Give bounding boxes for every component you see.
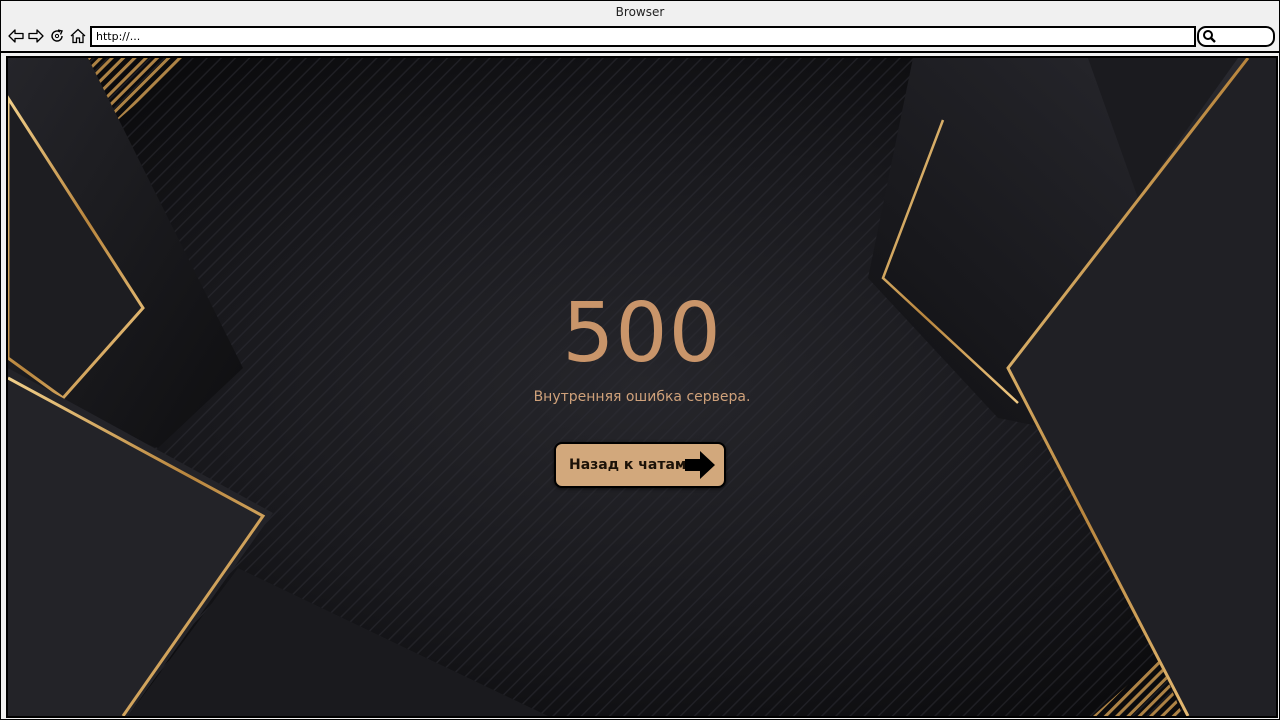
back-button-label: Назад к чатам xyxy=(569,457,687,473)
arrow-right-icon xyxy=(684,450,716,484)
error-content: 500 Внутренняя ошибка сервера. Назад к ч… xyxy=(8,58,1276,716)
error-code: 500 xyxy=(562,286,722,381)
back-arrow-icon[interactable] xyxy=(7,27,25,45)
reload-icon[interactable] xyxy=(48,27,66,45)
browser-window: Browser http://... 500 Внутренняя ошибка… xyxy=(0,0,1280,720)
search-box[interactable] xyxy=(1197,26,1275,47)
home-icon[interactable] xyxy=(69,27,87,45)
toolbar-divider xyxy=(1,51,1279,53)
search-icon xyxy=(1203,30,1216,43)
back-to-chats-button[interactable]: Назад к чатам xyxy=(554,442,726,488)
window-title: Browser xyxy=(615,5,665,19)
forward-arrow-icon[interactable] xyxy=(27,27,45,45)
address-bar[interactable] xyxy=(90,26,1196,47)
page-viewport: 500 Внутренняя ошибка сервера. Назад к ч… xyxy=(6,56,1278,718)
error-message: Внутренняя ошибка сервера. xyxy=(533,389,751,405)
browser-toolbar xyxy=(1,23,1279,51)
